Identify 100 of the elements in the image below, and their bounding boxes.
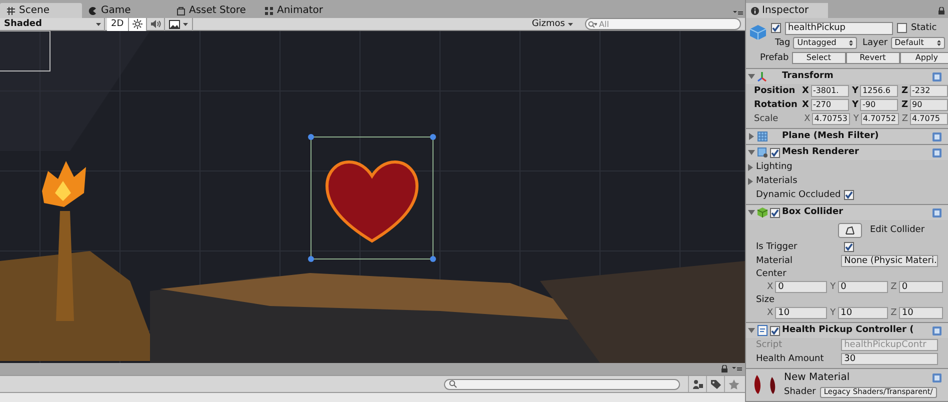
number-field[interactable]: -90 <box>860 99 898 111</box>
foldout-icon[interactable] <box>748 149 755 156</box>
prefab-button[interactable]: Revert <box>846 52 900 64</box>
2d-toggle[interactable]: 2D <box>107 18 129 30</box>
pacman-icon <box>88 6 98 16</box>
foldout-icon[interactable] <box>748 133 755 140</box>
search-field[interactable]: All <box>585 18 741 30</box>
text-field[interactable]: None (Physic Materi. <box>841 255 938 267</box>
menu-icon[interactable] <box>733 10 743 16</box>
checkbox[interactable] <box>771 23 781 33</box>
image-icon[interactable] <box>168 20 180 28</box>
foldout-icon[interactable] <box>748 327 755 334</box>
prefab-label: Prefab <box>760 54 789 62</box>
star-icon[interactable] <box>728 378 740 390</box>
number-field[interactable]: 1256.6 <box>860 85 898 97</box>
axis-label: Y <box>852 100 858 110</box>
number-field[interactable]: -3801. <box>810 85 849 97</box>
foldout-icon[interactable] <box>747 164 754 170</box>
axis-label: Y <box>852 86 858 96</box>
number-field[interactable]: 4.70752 <box>860 113 899 125</box>
tab[interactable]: Scene <box>0 3 82 18</box>
help-icon[interactable] <box>932 326 942 336</box>
axis-label: Z <box>901 86 908 96</box>
caret-icon <box>96 22 101 26</box>
field-label: Rotation <box>754 100 798 110</box>
field-label: Health Amount <box>756 354 825 364</box>
number-field[interactable]: 4.70753 <box>812 113 850 125</box>
axis-label: Z <box>902 114 908 124</box>
field-label: Center <box>756 270 786 278</box>
prefab-button[interactable]: Select <box>792 52 846 64</box>
edit-collider-button[interactable] <box>838 222 862 238</box>
info-icon <box>751 6 759 14</box>
tab[interactable]: Inspector <box>746 3 828 18</box>
shapes-icon[interactable] <box>692 378 704 390</box>
search-icon <box>588 20 597 28</box>
axes-icon <box>757 71 768 82</box>
foldout-icon[interactable] <box>748 209 755 216</box>
axis-label: X <box>802 100 809 110</box>
number-field[interactable]: 0 <box>775 281 828 293</box>
number-field[interactable]: 90 <box>910 99 948 111</box>
lock-icon[interactable] <box>938 7 945 15</box>
tab[interactable]: Game <box>82 3 170 18</box>
search-field[interactable] <box>444 378 680 390</box>
component-title: Box Collider <box>782 208 844 217</box>
static-label: Static <box>911 24 937 32</box>
field-label: Script <box>756 340 784 350</box>
caret-icon <box>568 22 573 26</box>
layer-dropdown[interactable]: Default <box>890 37 945 49</box>
tag-icon[interactable] <box>710 378 722 390</box>
tag-dropdown[interactable]: Untagged <box>793 37 857 49</box>
tab[interactable]: Animator <box>258 3 346 18</box>
name-field[interactable]: healthPickup <box>785 22 893 34</box>
checkbox[interactable] <box>844 242 854 252</box>
checkbox[interactable] <box>770 326 780 336</box>
foldout-label: Materials <box>756 176 798 186</box>
prefab-button[interactable]: Apply <box>900 52 948 64</box>
text-field[interactable]: 30 <box>841 353 938 365</box>
lock-icon[interactable] <box>721 365 728 373</box>
component-title: Transform <box>782 72 834 81</box>
number-field[interactable]: 0 <box>898 281 943 293</box>
field-label: Dynamic Occluded <box>756 190 842 200</box>
foldout-icon[interactable] <box>748 73 755 80</box>
updown-icon <box>937 40 941 46</box>
axis-label: Y <box>853 114 859 124</box>
axis-label: Y <box>830 282 836 292</box>
checkbox[interactable] <box>770 208 780 218</box>
grid-icon <box>6 6 16 16</box>
foldout-icon[interactable] <box>747 178 754 184</box>
gizmos-dropdown[interactable]: Gizmos <box>528 18 577 30</box>
checkbox[interactable] <box>770 148 780 158</box>
number-field[interactable]: -232 <box>910 85 948 97</box>
nodes-icon <box>264 6 274 16</box>
checkbox[interactable] <box>844 190 854 200</box>
caret-icon[interactable] <box>182 22 188 26</box>
component-title: Plane (Mesh Filter) <box>782 132 879 141</box>
axis-label: Y <box>830 308 836 318</box>
tab[interactable]: Asset Store <box>170 3 258 18</box>
field-label: Size <box>756 296 774 304</box>
button-label: Edit Collider <box>870 226 925 234</box>
number-field[interactable]: 4.7075 <box>910 113 948 125</box>
checkbox[interactable] <box>897 23 907 33</box>
search-icon <box>449 380 457 388</box>
number-field[interactable]: 10 <box>898 307 943 319</box>
number-field[interactable]: 10 <box>775 307 828 319</box>
menu-icon[interactable] <box>732 366 742 372</box>
speaker-icon[interactable] <box>150 19 161 29</box>
field-label: Is Trigger <box>756 242 798 252</box>
help-icon[interactable] <box>932 372 942 382</box>
grid-icon <box>757 131 768 142</box>
field-label: Position <box>754 86 796 96</box>
number-field[interactable]: 10 <box>838 307 888 319</box>
help-icon[interactable] <box>932 208 942 218</box>
tag-label: Tag <box>775 38 790 48</box>
sun-icon[interactable] <box>132 19 143 29</box>
number-field[interactable]: 0 <box>838 281 888 293</box>
component-title: Health Pickup Controller ( <box>782 326 914 335</box>
bag-icon <box>176 6 186 16</box>
help-icon[interactable] <box>932 72 942 82</box>
number-field[interactable]: -270 <box>810 99 849 111</box>
foldout-label: Lighting <box>756 162 792 172</box>
